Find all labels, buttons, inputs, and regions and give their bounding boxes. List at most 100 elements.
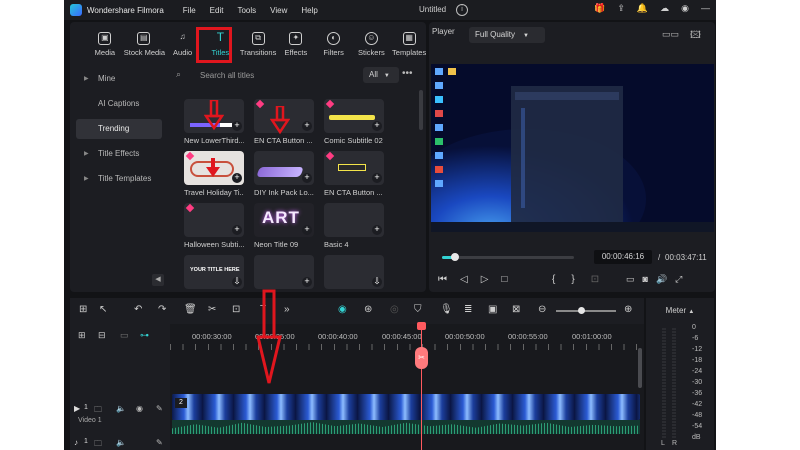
folder-icon[interactable]: 🗀 — [94, 438, 102, 450]
zoom-out-icon[interactable]: ⊖ — [538, 304, 546, 315]
more-tools-icon[interactable]: » — [284, 304, 290, 315]
title-card[interactable]: + DIY Ink Pack Lo... — [254, 151, 314, 197]
playhead-line[interactable] — [421, 322, 422, 450]
title-card[interactable]: + Comic Subtitle 02 — [324, 99, 384, 145]
tab-stock-media[interactable]: ▤ Stock Media — [124, 22, 165, 62]
undo-icon[interactable]: ↶ — [134, 304, 142, 315]
download-icon[interactable]: ⇩ — [372, 277, 382, 287]
add-icon[interactable]: + — [372, 121, 382, 131]
zoom-slider[interactable] — [556, 307, 616, 314]
snapshot-icon[interactable]: ▣ — [488, 304, 497, 315]
zoom-slider-knob[interactable] — [578, 307, 585, 314]
meter-header[interactable]: Meter ▲ — [646, 298, 714, 324]
video-clip[interactable]: 2 — [172, 394, 640, 420]
layout-grid-icon[interactable]: ⊞ — [79, 304, 87, 315]
quality-dropdown[interactable]: Full Quality ▼ — [469, 27, 545, 43]
add-icon[interactable]: + — [302, 173, 312, 183]
tab-stickers[interactable]: ☺ Stickers — [353, 22, 391, 62]
project-info-icon[interactable]: i — [456, 4, 468, 16]
track-lock-icon[interactable]: ✎ — [156, 438, 163, 447]
split-scissors-icon[interactable]: ✂ — [208, 304, 216, 315]
ai-mate-icon[interactable]: ◉ — [338, 304, 347, 315]
redo-icon[interactable]: ↷ — [158, 304, 166, 315]
tab-media[interactable]: ▣ Media — [86, 22, 124, 62]
more-options-icon[interactable]: ••• — [402, 68, 413, 79]
filter-dropdown[interactable]: All ▼ — [363, 67, 399, 83]
stop-icon[interactable]: □ — [501, 274, 507, 285]
tab-effects[interactable]: ✦ Effects — [277, 22, 315, 62]
add-icon[interactable]: + — [372, 225, 382, 235]
title-card[interactable]: + EN CTA Button ... — [324, 151, 384, 197]
render-icon[interactable]: ◎ — [390, 304, 399, 315]
mark-in-icon[interactable]: { — [552, 274, 555, 285]
delete-icon[interactable]: 🗑 — [184, 304, 197, 315]
crop-icon[interactable]: ⊡ — [232, 304, 240, 315]
title-card[interactable]: YOUR TITLE HERE ⇩ — [184, 255, 244, 289]
add-track-icon[interactable]: ⊞ — [78, 330, 86, 341]
tab-transitions[interactable]: ⧉ Transitions — [239, 22, 277, 62]
playback-progress-track[interactable] — [442, 253, 574, 261]
sidebar-item-title-effects[interactable]: ▶ Title Effects — [76, 144, 162, 164]
audio-waveform[interactable] — [172, 420, 640, 434]
add-icon[interactable]: + — [232, 225, 242, 235]
select-tool-icon[interactable]: ↖ — [99, 304, 107, 315]
track-volume-icon[interactable]: 🔈 — [116, 404, 126, 413]
tab-filters[interactable]: ◐ Filters — [315, 22, 353, 62]
magnet-link-icon[interactable]: ⊶ — [140, 330, 149, 341]
track-volume-icon[interactable]: 🔈 — [116, 438, 126, 447]
add-icon[interactable]: + — [302, 225, 312, 235]
camera-icon[interactable]: ◙ — [643, 274, 648, 285]
sidebar-item-trending[interactable]: Trending — [76, 119, 162, 139]
add-icon[interactable]: + — [302, 277, 312, 287]
title-card[interactable]: ⇩ — [324, 255, 384, 289]
menu-help[interactable]: Help — [301, 6, 317, 15]
marker-icon[interactable]: ⛉ — [414, 304, 422, 315]
add-icon[interactable]: + — [372, 173, 382, 183]
search-input[interactable]: Search all titles — [200, 71, 254, 80]
share-icon[interactable]: ⇪ — [617, 3, 625, 14]
fullscreen-icon[interactable]: ⤢ — [675, 274, 682, 285]
sidebar-item-title-templates[interactable]: ▶ Title Templates — [76, 169, 162, 189]
play-icon[interactable]: ▷ — [481, 274, 489, 285]
notification-icon[interactable]: 🔔 — [637, 3, 648, 14]
volume-icon[interactable]: 🔊 — [656, 274, 667, 285]
caption-track-icon[interactable]: ▭ — [120, 330, 129, 341]
title-card[interactable]: + Basic 4 — [324, 203, 384, 249]
add-icon[interactable]: + — [232, 173, 242, 183]
title-card[interactable]: + Halloween Subti... — [184, 203, 244, 249]
track-lock-icon[interactable]: ✎ — [156, 404, 163, 413]
gift-icon[interactable]: 🎁 — [594, 3, 605, 14]
fit-timeline-icon[interactable]: ⊠ — [512, 304, 520, 315]
timeline-scrollbar[interactable] — [638, 348, 642, 388]
auto-reframe-icon[interactable]: ⊛ — [364, 304, 372, 315]
timeline-ruler[interactable]: 00:00:30:00 00:00:35:00 00:00:40:00 00:0… — [170, 324, 644, 354]
render-preview-icon[interactable]: ⊡ — [591, 274, 599, 285]
compare-view-icon[interactable]: ▭▭ — [662, 29, 679, 40]
collapse-sidebar-button[interactable]: ◀ — [152, 274, 164, 286]
account-icon[interactable]: ◉ — [681, 3, 689, 14]
minimize-icon[interactable]: — — [701, 3, 710, 14]
zoom-in-icon[interactable]: ⊕ — [624, 304, 632, 315]
track-visibility-icon[interactable]: ◉ — [136, 404, 143, 413]
download-icon[interactable]: ⇩ — [232, 277, 242, 287]
menu-edit[interactable]: Edit — [210, 6, 224, 15]
voiceover-list-icon[interactable]: ≣ — [464, 304, 472, 315]
microphone-icon[interactable]: 🎙 — [440, 304, 453, 315]
title-search[interactable]: ⌕ Search all titles — [172, 66, 358, 84]
add-icon[interactable]: + — [232, 121, 242, 131]
play-reverse-icon[interactable]: ◁ — [460, 274, 468, 285]
snapshot-image-icon[interactable]: 🖾 — [690, 28, 701, 45]
link-icon[interactable]: ⊟ — [98, 330, 106, 341]
menu-view[interactable]: View — [270, 6, 287, 15]
menu-file[interactable]: File — [183, 6, 196, 15]
add-icon[interactable]: + — [302, 121, 312, 131]
sidebar-item-ai-captions[interactable]: AI Captions — [76, 94, 162, 114]
menu-tools[interactable]: Tools — [237, 6, 256, 15]
library-scrollbar[interactable] — [419, 90, 423, 130]
previous-frame-icon[interactable]: ⏮ — [438, 274, 447, 285]
tab-templates[interactable]: ▦ Templates — [390, 22, 428, 62]
title-card[interactable]: + — [254, 255, 314, 289]
mark-out-icon[interactable]: } — [571, 274, 574, 285]
display-icon[interactable]: ▭ — [626, 274, 635, 285]
title-card[interactable]: ART + Neon Title 09 — [254, 203, 314, 249]
